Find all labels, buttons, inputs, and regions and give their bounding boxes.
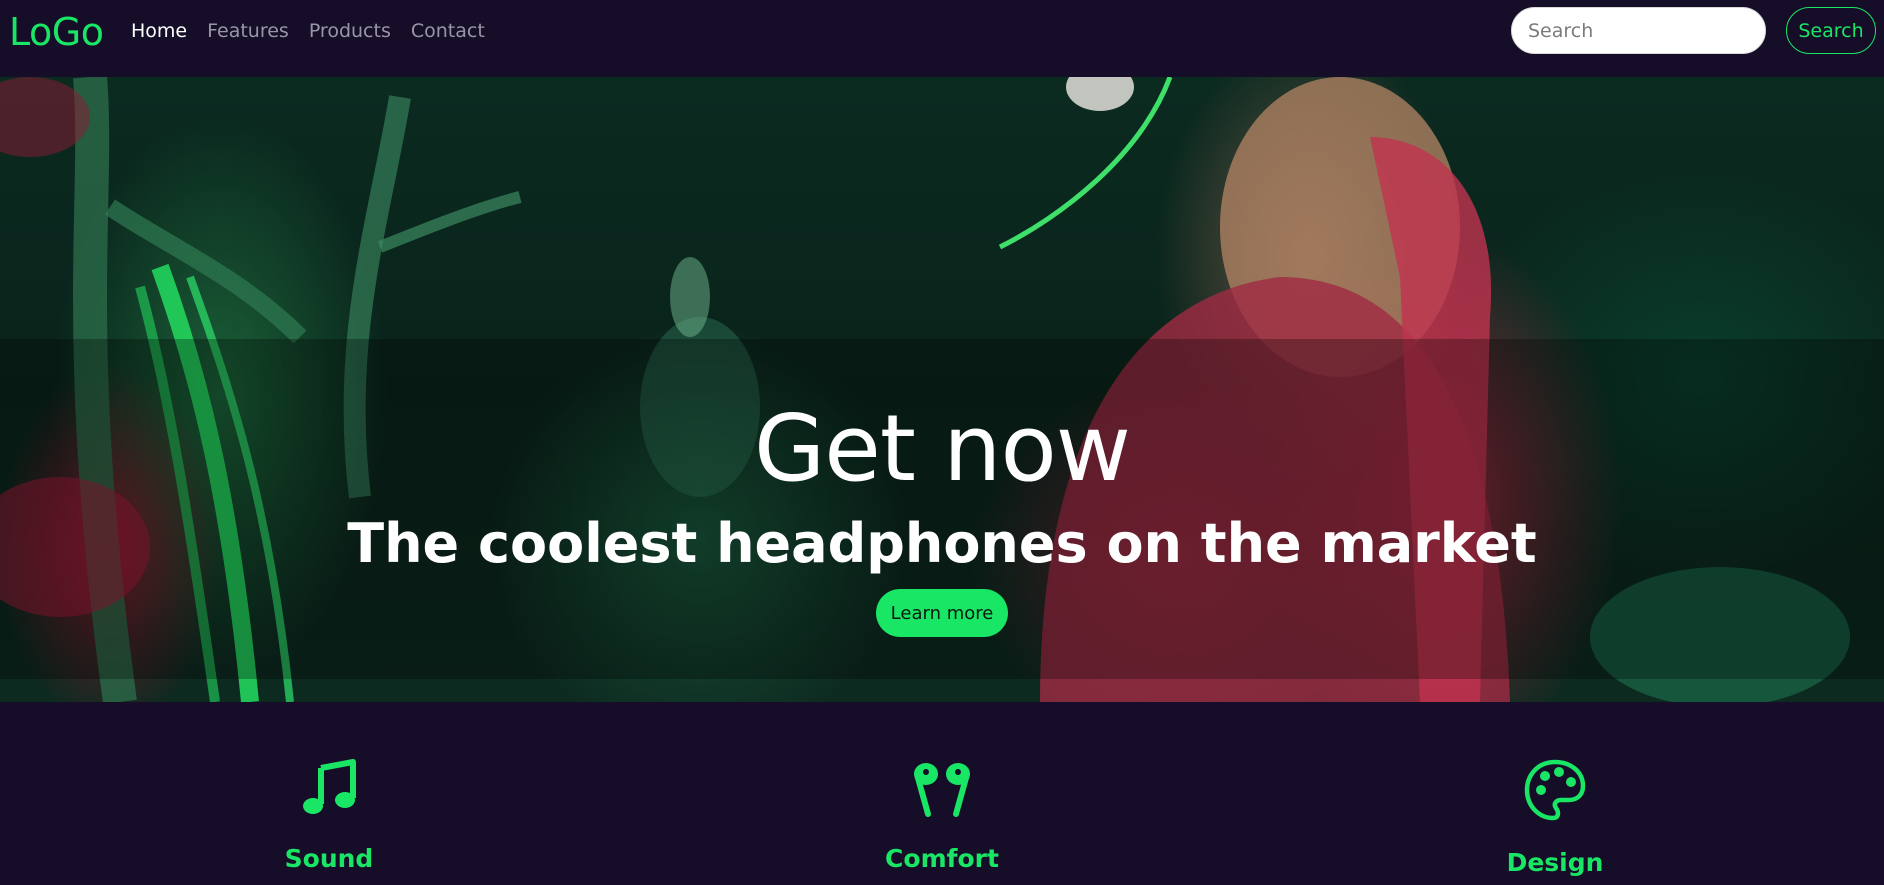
hero-subtitle: The coolest headphones on the market (347, 512, 1537, 575)
feature-sound: Sound (179, 758, 479, 873)
hero-banner: Get now The coolest headphones on the ma… (0, 77, 1884, 702)
features-section: Sound Comfort Design (0, 702, 1884, 885)
nav-link-features[interactable]: Features (207, 20, 289, 42)
feature-design: Design (1405, 758, 1705, 877)
feature-title-comfort: Comfort (885, 844, 999, 873)
palette-icon (1524, 759, 1586, 821)
logo[interactable]: LoGo (9, 10, 104, 54)
navbar: LoGo Home Features Products Contact Sear… (0, 0, 1884, 77)
learn-more-button[interactable]: Learn more (876, 589, 1008, 637)
nav-link-contact[interactable]: Contact (411, 20, 485, 42)
feature-title-design: Design (1506, 848, 1604, 877)
earbuds-icon (914, 763, 970, 817)
feature-comfort: Comfort (792, 758, 1092, 873)
nav-link-home[interactable]: Home (131, 20, 187, 42)
hero-title: Get now (753, 395, 1131, 502)
nav-links: Home Features Products Contact (131, 20, 505, 42)
search-button[interactable]: Search (1786, 7, 1876, 54)
search-input[interactable] (1511, 7, 1766, 54)
feature-title-sound: Sound (284, 844, 374, 873)
music-note-icon (303, 759, 356, 814)
nav-link-products[interactable]: Products (309, 20, 391, 42)
